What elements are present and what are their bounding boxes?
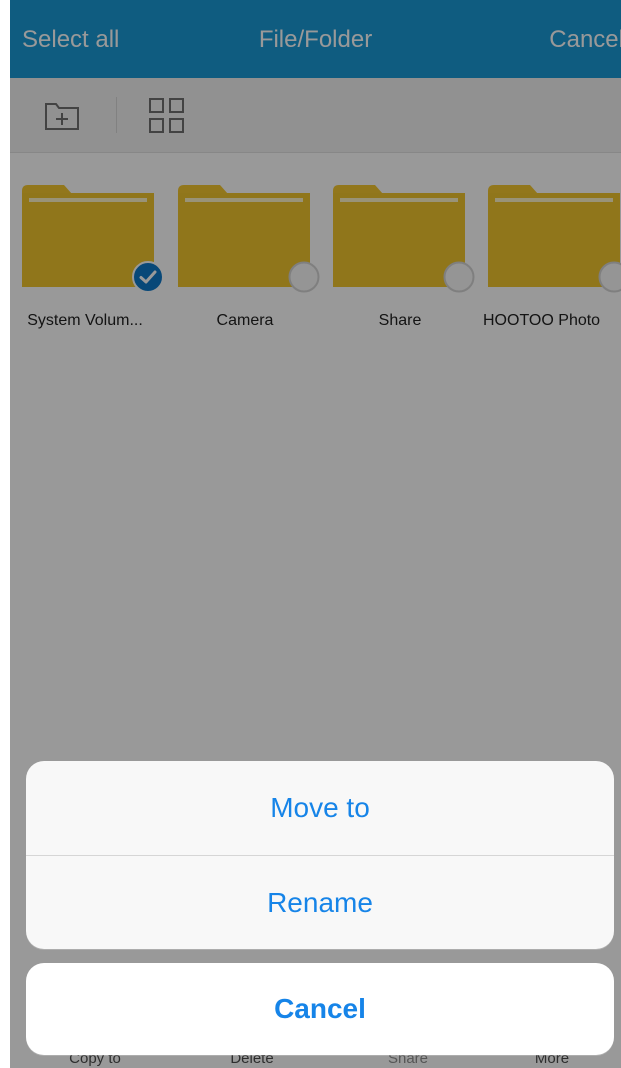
file-item-camera[interactable]: Camera xyxy=(178,175,328,341)
selected-check-icon[interactable] xyxy=(132,261,164,293)
move-to-button[interactable]: Move to xyxy=(26,761,614,855)
app-viewport: Select all File/Folder Cancel System Vol… xyxy=(10,0,621,1068)
file-name-label: Camera xyxy=(216,312,274,329)
file-name-label: System Volum... xyxy=(27,312,143,329)
page-title: File/Folder xyxy=(258,26,373,53)
cancel-button[interactable]: Cancel xyxy=(26,963,614,1055)
grid-view-icon[interactable] xyxy=(146,95,188,137)
file-name-label: Share xyxy=(378,312,422,329)
file-item-system-volume[interactable]: System Volum... xyxy=(22,175,172,341)
unselected-radio-icon[interactable] xyxy=(443,261,475,293)
rename-button[interactable]: Rename xyxy=(26,856,614,949)
top-navigation-bar: Select all File/Folder Cancel xyxy=(10,0,621,78)
unselected-radio-icon[interactable] xyxy=(598,261,621,293)
action-sheet-options: Move to Rename xyxy=(26,761,614,949)
file-name-label: HOOTOO Photo xyxy=(483,312,601,329)
unselected-radio-icon[interactable] xyxy=(288,261,320,293)
file-manager-screen: Select all File/Folder Cancel System Vol… xyxy=(0,0,621,1068)
new-folder-icon[interactable] xyxy=(41,95,83,137)
file-item-share[interactable]: Share xyxy=(333,175,483,341)
toolbar-divider xyxy=(116,97,117,133)
action-sheet-cancel-group: Cancel xyxy=(26,963,614,1055)
file-toolbar xyxy=(10,78,621,153)
cancel-selection-button[interactable]: Cancel xyxy=(549,22,621,58)
file-item-hootoo-photo[interactable]: HOOTOO Photo xyxy=(483,175,621,341)
